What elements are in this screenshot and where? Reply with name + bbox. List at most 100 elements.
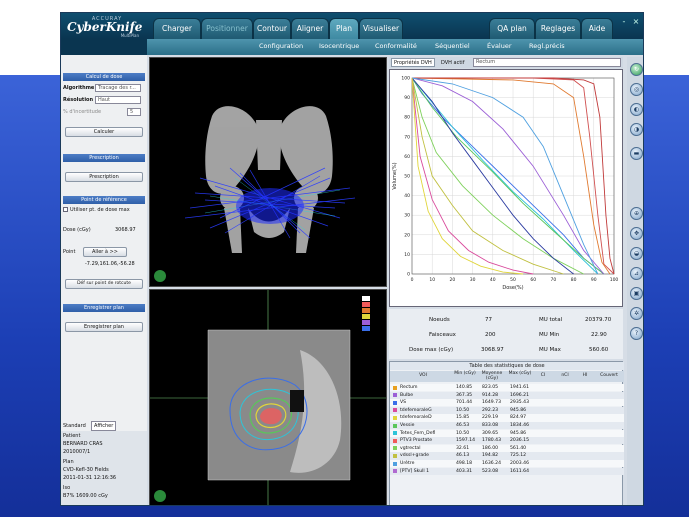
voi-color-swatch [393,461,397,466]
table-row[interactable]: tdefemoraleG 10.50 292.23 945.86 [390,406,624,415]
zoom-icon[interactable]: ⊕ [630,207,643,220]
voi-color-swatch [393,423,397,428]
voi-mean: 914.28 [482,392,499,398]
table-row[interactable]: Urètre 498.18 1636.24 2003.46 [390,460,624,468]
uncertainty-input[interactable]: 5 [127,108,141,116]
sagittal-ct-viewer[interactable] [149,289,387,505]
view-sagittal-icon[interactable]: ◑ [630,123,643,136]
tab-standard[interactable]: Standard [63,423,86,429]
subnav-isocentrique[interactable]: Isocentrique [319,42,359,50]
dvh-panel-tabs: Propriétés DVH DVH actif Rectum [389,57,623,68]
x-tick-label: 20 [450,277,456,283]
voi-min: 10.50 [456,430,470,436]
x-tick-label: 30 [470,277,476,283]
y-tick-label: 50 [404,174,410,180]
plan-heading: Plan [63,459,74,465]
subnav-configuration[interactable]: Configuration [259,42,303,50]
dvh-chart-svg: 0 10 20 30 40 50 60 70 80 90 100 0 10 20 30 40 50 60 70 80 9… [392,76,618,292]
prescription-button[interactable]: Prescription [65,172,143,182]
view-coronal-icon[interactable]: ◐ [630,103,643,116]
beams-value: 200 [485,332,496,338]
subnav-sequentiel[interactable]: Séquentiel [435,42,470,50]
tab-charger[interactable]: Charger [153,18,201,39]
voi-name: Urètre [400,461,415,466]
col-ci: CI [540,373,546,378]
voi-color-swatch [393,431,397,436]
voi-name: vgtrectal [400,445,421,451]
close-button[interactable]: × [631,17,641,27]
table-row[interactable]: Bulbe 367.35 914.28 1696.21 [390,391,624,399]
table-header: VOI Min (cGy) Moyenne (cGy) Max (cGy) CI… [390,371,624,382]
subnav-reglage-precis[interactable]: Regl.précis [529,42,565,50]
save-plan-button[interactable]: Enregistrer plan [65,322,143,332]
table-row[interactable]: Tetes_Fem_Defl 10.50 309.65 945.86 [390,429,624,437]
table-row[interactable]: [PTV] Skull 1 403.31 523.08 1611.64 [390,467,624,475]
goto-point-button[interactable]: Aller à >> [83,247,127,257]
table-row[interactable]: Vessie 46.53 833.08 1834.46 [390,422,624,430]
tab-dvh-properties[interactable]: Propriétés DVH [391,58,435,67]
table-row[interactable]: Rectum 140.85 823.05 1941.61 [390,384,624,392]
use-max-dose-checkbox[interactable] [63,207,68,212]
table-row[interactable]: vdssl+grade 46.13 194.82 725.12 [390,452,624,460]
voi-name: vdssl+grade [400,453,429,459]
voi-min: 140.85 [456,385,473,390]
table-row[interactable]: VS 701.44 1649.73 2935.43 [390,399,624,407]
voi-name: Bulbe [400,392,414,398]
prescription-header: Prescription [63,154,145,162]
legend-swatch-5 [362,320,370,325]
tab-reglages[interactable]: Reglages [535,18,581,39]
y-tick-label: 70 [404,134,410,140]
screenshot-icon[interactable]: ▣ [630,287,643,300]
tab-aide[interactable]: Aide [581,18,613,39]
measure-icon[interactable]: ⊿ [630,267,643,280]
subnav-conformalite[interactable]: Conformalité [375,42,417,50]
settings-icon[interactable]: ✲ [630,307,643,320]
refresh-icon[interactable]: ↻ [630,63,643,76]
table-row[interactable]: tdefemoraleD 15.85 229.19 824.97 [390,414,624,422]
view-axial-icon[interactable]: ◎ [630,83,643,96]
voi-color-swatch [393,438,397,443]
3d-pelvis-render [154,106,356,282]
y-tick-label: 40 [404,193,410,199]
subnav-evaluer[interactable]: Évaluer [487,42,512,50]
tab-visualiser[interactable]: Visualiser [359,18,403,39]
col-min: Min (cGy) [454,371,476,376]
voi-color-swatch [393,408,397,413]
table-row[interactable]: vgtrectal 32.61 186.00 561.40 [390,444,624,453]
dose-statistics-table: Table des statistiques de dose VOI Min (… [389,361,624,505]
voi-name: PTV3 Prostate [400,438,433,444]
voi-min: 498.18 [456,461,473,466]
algorithm-select[interactable]: Tracage des r... [95,84,141,92]
dvh-chart[interactable]: 0 10 20 30 40 50 60 70 80 90 100 0 10 20 30 40 50 60 70 80 9… [389,69,623,307]
define-point-button[interactable]: Déf sur point de rotcute [65,279,143,289]
split-view-icon[interactable]: ▬ [630,147,643,160]
3d-beam-viewer[interactable] [149,57,387,287]
tab-qa-plan[interactable]: QA plan [489,18,535,39]
voi-max: 824.97 [510,415,527,421]
mu-max-value: 560.60 [589,347,609,353]
plan-metrics: Noeuds 77 Faisceaux 200 Dose max (cGy) 3… [389,309,623,359]
orientation-head-icon [154,270,166,282]
nodes-label: Noeuds [429,317,450,323]
voi-name: [PTV] Skull 1 [400,468,430,474]
help-icon[interactable]: ? [630,327,643,340]
tab-aligner[interactable]: Aligner [291,18,329,39]
pan-icon[interactable]: ✥ [630,227,643,240]
calculate-button[interactable]: Calculer [65,127,143,137]
voi-min: 403.31 [456,468,473,474]
tab-active-dvh[interactable]: DVH actif [441,60,464,66]
patient-heading: Patient [63,433,81,439]
tab-contour[interactable]: Contour [253,18,291,39]
voi-select[interactable]: Rectum [473,58,621,67]
tab-afficher[interactable]: Afficher [91,421,117,431]
window-level-icon[interactable]: ◒ [630,247,643,260]
tab-plan[interactable]: Plan [329,18,359,39]
voi-mean: 194.82 [482,453,499,459]
tab-positionner[interactable]: Positionner [201,18,253,39]
voi-mean: 1649.73 [482,400,501,406]
table-row[interactable]: PTV3 Prostate 1597.14 1780.43 2036.15 [390,437,624,445]
rectal-gas [290,390,304,412]
minimize-button[interactable]: - [619,17,629,27]
voi-mean: 229.19 [482,415,499,421]
resolution-select[interactable]: Haut [95,96,141,104]
